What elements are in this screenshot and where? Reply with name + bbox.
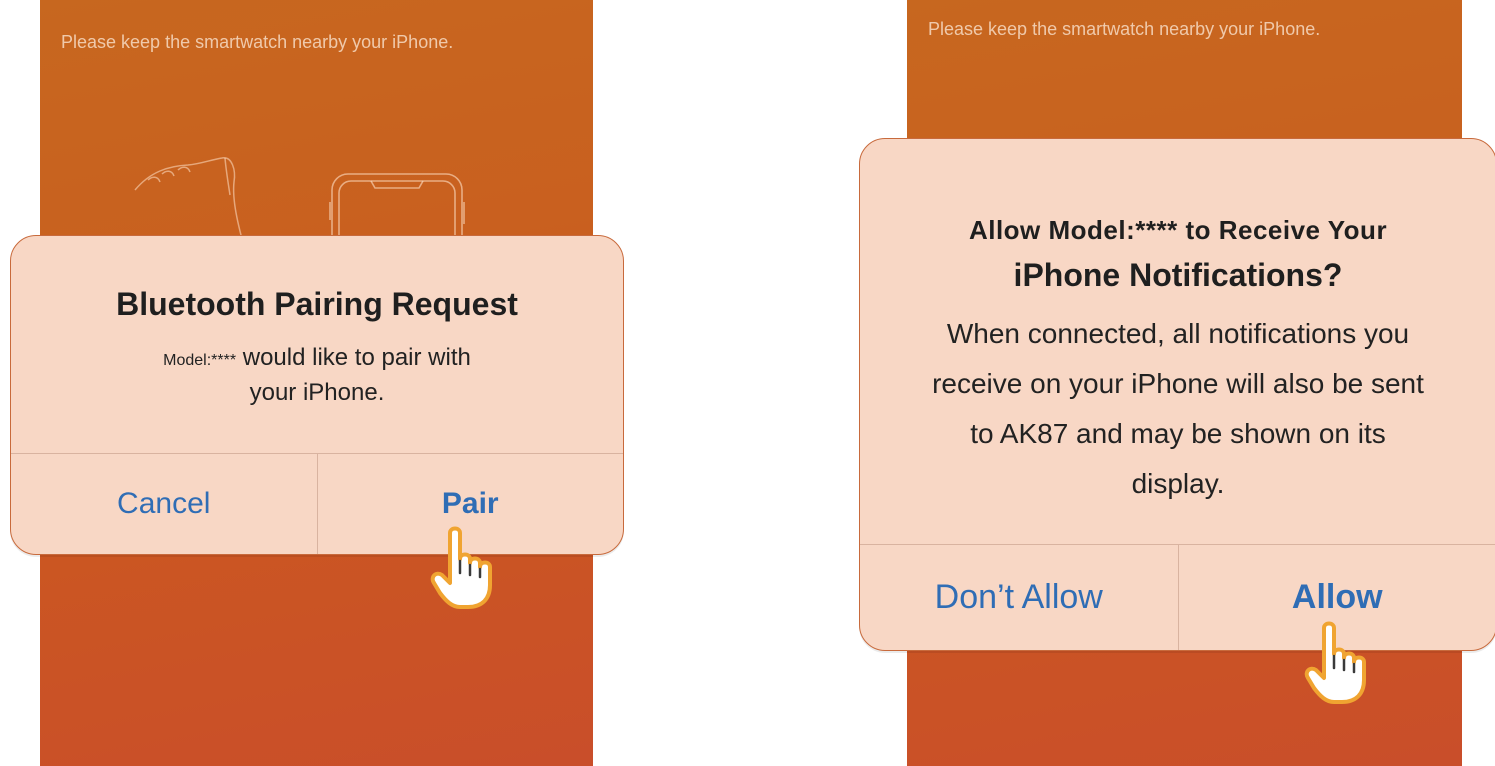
dialog-title-line-1: Allow Model:**** to Receive Your	[968, 215, 1388, 245]
dialog-message: When connected, all notifications you re…	[860, 309, 1495, 509]
message-line: receive on your iPhone will also be sent	[932, 368, 1424, 399]
tap-hand-icon	[430, 526, 492, 609]
model-name: Model:****	[163, 352, 237, 369]
cancel-button[interactable]: Cancel	[11, 454, 317, 554]
message-line-2: your iPhone.	[249, 379, 385, 406]
dialog-button-row: Cancel Pair	[11, 453, 623, 554]
bluetooth-pairing-dialog: Bluetooth Pairing Request Model:**** wou…	[10, 235, 624, 555]
tap-hand-icon	[1304, 621, 1366, 704]
notification-permission-dialog: Allow Model:**** to Receive Your iPhone …	[859, 138, 1495, 651]
dialog-message: Model:**** would like to pair with your …	[11, 342, 623, 409]
message-line: to AK87 and may be shown on its	[970, 418, 1386, 449]
message-text: would like to pair with	[236, 344, 471, 371]
message-line: When connected, all notifications you	[946, 318, 1410, 349]
dialog-title-line-2: iPhone Notifications?	[1013, 257, 1343, 293]
dialog-title: Bluetooth Pairing Request	[116, 286, 518, 322]
dont-allow-button[interactable]: Don’t Allow	[860, 545, 1178, 650]
message-line: display.	[1131, 468, 1225, 499]
dialog-button-row: Don’t Allow Allow	[860, 544, 1495, 650]
nearby-hint: Please keep the smartwatch nearby your i…	[928, 19, 1321, 39]
